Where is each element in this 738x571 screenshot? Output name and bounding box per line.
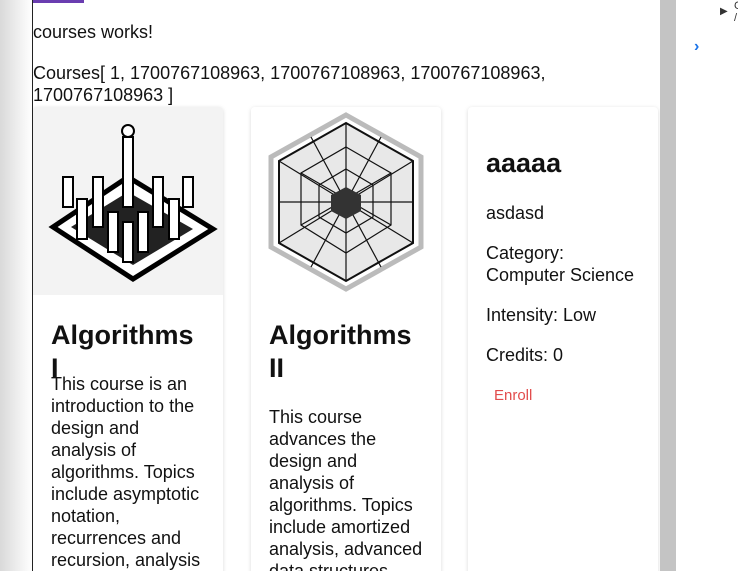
- courses-list-text: Courses[ 1, 1700767108963, 1700767108963…: [33, 63, 546, 105]
- course-card[interactable]: Algorithms I This course is an introduct…: [33, 107, 223, 571]
- enroll-button[interactable]: Enroll: [486, 385, 540, 406]
- course-category: Category: Computer Science: [486, 243, 635, 285]
- course-description: This course advances the design and anal…: [269, 407, 423, 571]
- devtools-panel: ▶ C / ›: [678, 0, 738, 571]
- chevron-right-icon[interactable]: ›: [694, 38, 699, 56]
- course-card[interactable]: Algorithms II This course advances the d…: [251, 107, 441, 571]
- course-credits: Credits: 0: [486, 345, 564, 365]
- course-title: aaaaa: [486, 148, 562, 178]
- works-text: courses works!: [33, 22, 154, 42]
- course-card[interactable]: aaaaa asdasd Category: Computer Science …: [468, 107, 658, 571]
- devtools-side-text: C /: [734, 0, 738, 24]
- vertical-scrollbar[interactable]: [660, 0, 676, 571]
- chess-pieces-icon: [33, 107, 223, 295]
- geometric-hexagon-icon: [251, 107, 441, 295]
- left-shadow: [0, 0, 32, 571]
- course-title: Algorithms II: [269, 320, 412, 383]
- course-description: This course is an introduction to the de…: [51, 374, 201, 570]
- course-description: asdasd: [486, 203, 545, 223]
- courses-component: courses works! Courses[ 1, 1700767108963…: [32, 0, 660, 571]
- course-intensity: Intensity: Low: [486, 305, 597, 325]
- triangle-right-icon[interactable]: ▶: [720, 6, 728, 17]
- app-viewport: courses works! Courses[ 1, 1700767108963…: [0, 0, 660, 571]
